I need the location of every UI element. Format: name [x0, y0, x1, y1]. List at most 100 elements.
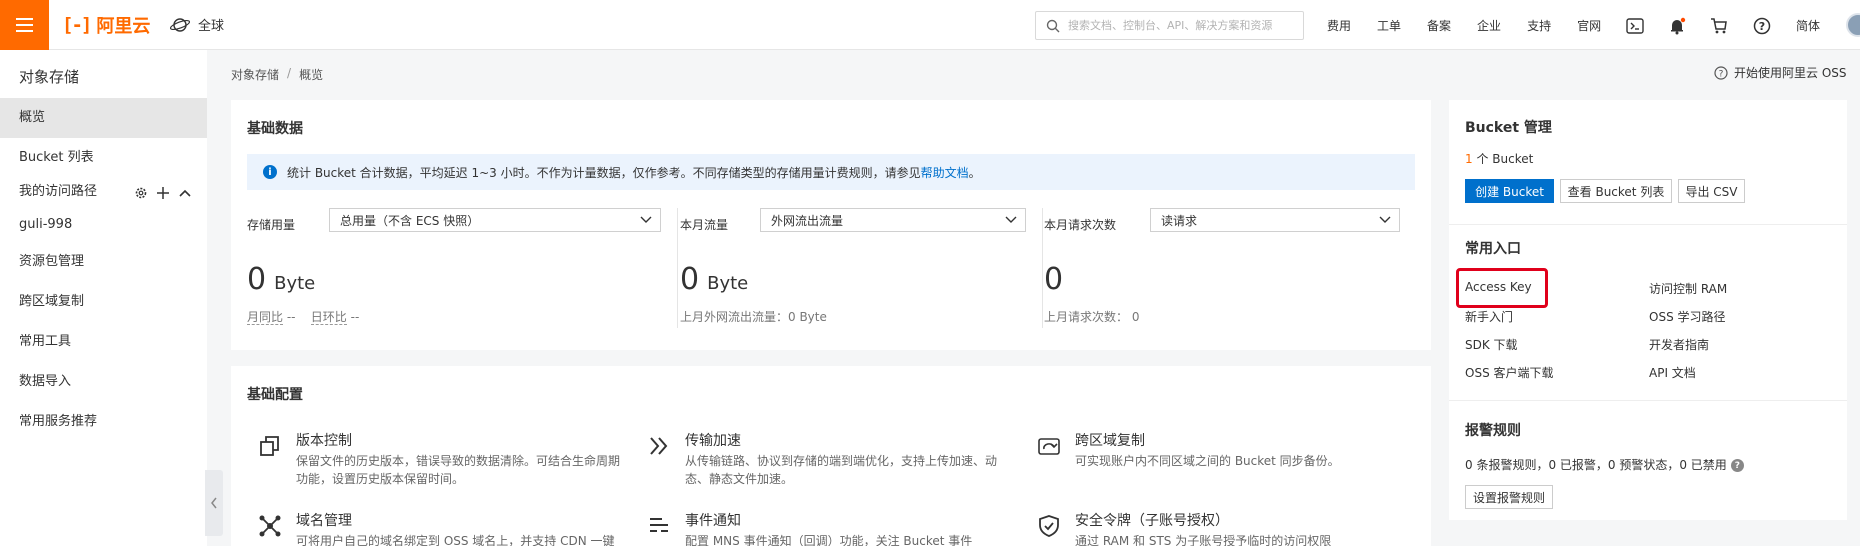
basic-data-title: 基础数据	[247, 121, 303, 137]
region-selector[interactable]: 全球	[170, 15, 224, 34]
last-month-requests: 上月请求次数： 0	[1044, 310, 1140, 324]
info-icon: i	[263, 165, 277, 179]
feature-versioning-desc: 保留文件的历史版本，错误导致的数据清除。可结合生命周期功能，设置历史版本保留时间…	[296, 454, 621, 486]
feature-replication-desc: 可实现账户内不同区域之间的 Bucket 同步备份。	[1075, 454, 1340, 468]
nav-link-tickets[interactable]: 工单	[1377, 17, 1401, 34]
versions-icon	[260, 436, 279, 456]
feature-acceleration-desc: 从传输链路、协议到存储的端到端优化，支持上传加速、动态、静态文件加速。	[685, 454, 998, 486]
sidebar-title: 对象存储	[19, 68, 80, 86]
breadcrumb-overview: 概览	[299, 68, 324, 82]
last-month-traffic: 上月外网流出流量：0 Byte	[680, 310, 827, 324]
sidebar-item-data-import[interactable]: 数据导入	[0, 362, 207, 402]
monthly-requests-metric: 本月请求次数 读请求 0 上月请求次数： 0	[1028, 208, 1428, 328]
language-switch[interactable]: 简体	[1796, 17, 1820, 34]
logo-text: 阿里云	[96, 16, 151, 37]
sidebar-item-access-path-guli[interactable]: guli-998	[0, 205, 207, 245]
getting-started-link[interactable]: ? 开始使用阿里云 OSS	[1714, 64, 1847, 81]
feature-domain-desc: 可将用户自己的域名绑定到 OSS 域名上，并支持 CDN 一键	[296, 534, 615, 546]
network-nodes-icon	[259, 515, 281, 537]
nav-link-icp[interactable]: 备案	[1427, 17, 1451, 34]
chevron-left-icon	[211, 497, 217, 509]
top-nav-links: 费用 工单 备案 企业 支持 官网	[1327, 0, 1627, 50]
logo-mark-icon: [-]	[62, 14, 92, 36]
chevron-down-icon	[640, 216, 652, 223]
aliyun-logo[interactable]: [-] 阿里云	[62, 10, 150, 40]
shield-check-icon	[1039, 515, 1059, 537]
svg-text:?: ?	[1759, 20, 1765, 33]
double-chevron-right-icon	[650, 437, 668, 455]
access-key-highlight-box	[1456, 268, 1548, 308]
sidebar-collapse-handle[interactable]	[205, 470, 223, 536]
question-icon[interactable]: ?	[1730, 459, 1744, 472]
feature-token-desc: 通过 RAM 和 STS 为子账号授予临时的访问权限	[1075, 534, 1332, 546]
user-avatar[interactable]	[1846, 13, 1860, 37]
oss-learning-path-link[interactable]: OSS 学习路径	[1649, 308, 1726, 325]
hamburger-menu-button[interactable]	[0, 0, 49, 50]
sidebar-item-overview[interactable]: 概览	[0, 98, 207, 138]
sidebar-item-cross-region-replication[interactable]: 跨区域复制	[0, 282, 207, 322]
alarm-rules-title: 报警规则	[1465, 423, 1521, 439]
basic-config-card: 基础配置 版本控制 保留文件的历史版本，错误导致的数据清除。可结合生命周期功能，…	[231, 366, 1431, 546]
info-notice-text: 统计 Bucket 合计数据，平均延迟 1~3 小时。不作为计量数据，仅作参考。…	[287, 165, 981, 180]
feature-event-desc: 配置 MNS 事件通知（回调）功能，关注 Bucket 事件	[685, 534, 973, 546]
right-panel: Bucket 管理 1 个 Bucket 创建 Bucket 查看 Bucket…	[1449, 100, 1847, 520]
storage-usage-comparison: 月同比 -- 日环比 --	[247, 310, 360, 325]
nav-link-billing[interactable]: 费用	[1327, 17, 1351, 34]
gear-icon[interactable]	[134, 186, 148, 200]
monthly-traffic-select[interactable]: 外网流出流量	[760, 208, 1026, 232]
feature-acceleration-title: 传输加速	[685, 433, 741, 449]
monthly-requests-value: 0	[1044, 262, 1064, 297]
chevron-down-icon	[1379, 216, 1391, 223]
storage-usage-select[interactable]: 总用量（不含 ECS 快照）	[329, 208, 661, 232]
oss-client-download-link[interactable]: OSS 客户端下载	[1465, 364, 1554, 381]
sidebar-item-resource-packages[interactable]: 资源包管理	[0, 242, 207, 282]
ram-access-control-link[interactable]: 访问控制 RAM	[1649, 280, 1727, 297]
shopping-cart-icon[interactable]	[1710, 17, 1728, 35]
feature-token-title: 安全令牌（子账号授权）	[1075, 513, 1229, 529]
storage-usage-value: 0 Byte	[247, 262, 316, 297]
monthly-traffic-label: 本月流量	[680, 218, 729, 232]
sidebar-item-recommended-services[interactable]: 常用服务推荐	[0, 402, 207, 442]
basic-data-card: 基础数据 i 统计 Bucket 合计数据，平均延迟 1~3 小时。不作为计量数…	[231, 100, 1431, 350]
view-bucket-list-button[interactable]: 查看 Bucket 列表	[1560, 179, 1672, 203]
api-docs-link[interactable]: API 文档	[1649, 364, 1696, 381]
notification-bell-icon[interactable]	[1668, 17, 1686, 35]
sidebar-item-tools[interactable]: 常用工具	[0, 322, 207, 362]
access-path-tools	[134, 186, 192, 200]
plus-icon[interactable]	[156, 186, 170, 200]
feature-domain-title: 域名管理	[296, 513, 352, 529]
chevron-up-icon[interactable]	[178, 186, 192, 200]
search-input[interactable]	[1068, 19, 1298, 32]
top-navigation-bar: [-] 阿里云 全球 费用 工单 备案 企业 支持 官网 ? 简体	[0, 0, 1860, 50]
export-csv-button[interactable]: 导出 CSV	[1678, 179, 1745, 203]
sdk-download-link[interactable]: SDK 下载	[1465, 336, 1518, 353]
monthly-traffic-value: 0 Byte	[680, 262, 749, 297]
breadcrumb-oss[interactable]: 对象存储	[231, 66, 279, 83]
nav-link-support[interactable]: 支持	[1527, 17, 1551, 34]
globe-icon	[170, 17, 190, 32]
search-icon	[1046, 19, 1060, 32]
nav-link-website[interactable]: 官网	[1577, 17, 1601, 34]
bucket-count: 1 个 Bucket	[1465, 152, 1534, 166]
help-doc-link[interactable]: 帮助文档	[921, 166, 969, 180]
help-circle-icon[interactable]: ?	[1753, 17, 1771, 35]
developer-guide-link[interactable]: 开发者指南	[1649, 336, 1709, 353]
basic-config-title: 基础配置	[247, 387, 303, 403]
chevron-down-icon	[1005, 216, 1017, 223]
nav-link-enterprise[interactable]: 企业	[1477, 17, 1501, 34]
region-label: 全球	[198, 19, 225, 34]
breadcrumb: 对象存储 / 概览	[231, 66, 323, 83]
global-search-box[interactable]	[1035, 11, 1304, 40]
monthly-requests-label: 本月请求次数	[1044, 218, 1117, 232]
monthly-requests-select[interactable]: 读请求	[1150, 208, 1400, 232]
storage-usage-label: 存储用量	[247, 218, 296, 232]
create-bucket-button[interactable]: 创建 Bucket	[1465, 179, 1554, 203]
cloud-shell-icon[interactable]	[1626, 17, 1644, 35]
getting-started-guide-link[interactable]: 新手入门	[1465, 308, 1513, 325]
cloud-sync-icon	[1038, 438, 1060, 455]
feature-event-title: 事件通知	[685, 513, 741, 529]
monthly-traffic-metric: 本月流量 外网流出流量 0 Byte 上月外网流出流量：0 Byte	[664, 208, 1064, 328]
breadcrumb-separator: /	[287, 66, 292, 80]
sidebar: 对象存储 概览 Bucket 列表 我的访问路径 guli-998 资源包管理 …	[0, 50, 207, 546]
set-alarm-rules-button[interactable]: 设置报警规则	[1465, 485, 1553, 509]
